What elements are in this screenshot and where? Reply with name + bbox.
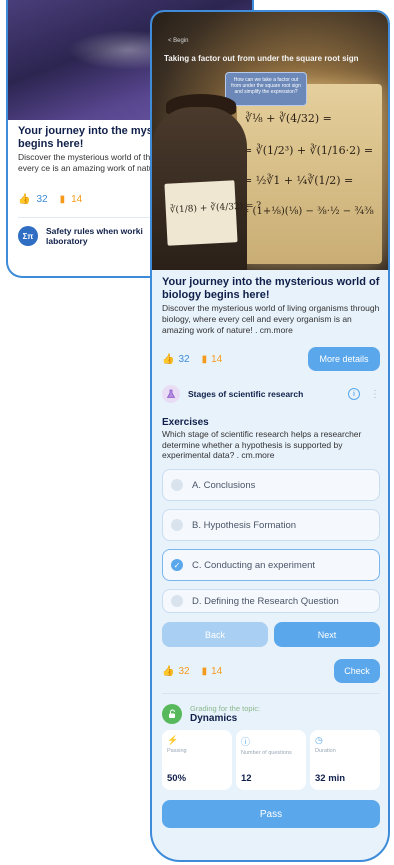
- post-stats: 👍 32 ▮ 14 More details: [162, 347, 380, 372]
- answer-option-a[interactable]: A. Conclusions: [162, 469, 380, 502]
- screen: Your journey into the myste biology begi…: [0, 0, 394, 865]
- card-label: Duration: [315, 748, 336, 755]
- speech-bubble: How can we take a factor out from under …: [225, 72, 307, 106]
- lesson-video[interactable]: < Begin Taking a factor out from under t…: [152, 12, 388, 270]
- post-title: Your journey into the mysterious world o…: [162, 276, 380, 301]
- check-icon[interactable]: ✓: [171, 559, 183, 572]
- likes-count: 32: [178, 353, 190, 365]
- card-label: Number of questions: [241, 750, 292, 757]
- option-label: D. Defining the Research Question: [192, 595, 339, 607]
- exercise-heading: Exercises: [162, 417, 209, 429]
- more-details-button[interactable]: More details: [308, 347, 380, 372]
- answer-option-d[interactable]: D. Defining the Research Question: [162, 589, 380, 614]
- card-value: 50%: [167, 773, 187, 785]
- video-title: Taking a factor out from under the squar…: [164, 54, 359, 63]
- grading-topic: Dynamics: [190, 713, 238, 725]
- likes-count: 32: [36, 194, 48, 206]
- thumbs-up-icon: 👍: [162, 353, 175, 365]
- lesson-body: Your journey into the mysterious world o…: [152, 270, 388, 829]
- lesson-card: < Begin Taking a factor out from under t…: [150, 10, 390, 862]
- card-value: 32 min: [315, 773, 346, 785]
- topic-name: Stages of scientific research: [188, 389, 304, 400]
- grading-stats: ⚡ Passing 50% ⓘ Number of questions 12 ◷…: [162, 730, 380, 791]
- equation-line: ∛⅛ + ∛(4/32) =: [245, 112, 332, 125]
- likes-count: 32: [178, 665, 190, 677]
- more-menu-icon[interactable]: ⋮: [370, 389, 380, 400]
- calculator-icon: Σπ: [18, 226, 38, 247]
- grading-header: Grading for the topic: Dynamics: [162, 704, 380, 725]
- bookmarks-count: 14: [211, 353, 223, 365]
- back-link[interactable]: < Begin: [168, 38, 189, 44]
- divider: [162, 693, 380, 695]
- next-lesson-label: Safety rules when worki laboratory: [46, 226, 143, 247]
- topic-header: Stages of scientific research i ⋮: [162, 385, 380, 404]
- likes[interactable]: 👍 32: [162, 666, 190, 677]
- exercise-nav: Back Next: [162, 622, 380, 648]
- check-button[interactable]: Check: [334, 659, 380, 684]
- bookmarks[interactable]: ▮ 14: [202, 354, 223, 365]
- lock-open-icon: [162, 704, 182, 725]
- bookmark-icon[interactable]: ▮: [60, 194, 66, 205]
- info-icon[interactable]: i: [348, 388, 360, 401]
- card-value: 12: [241, 773, 252, 785]
- chalkboard: ∛⅛ + ∛(4/32) = = ∛(1/2³) + ∛(1/16·2) = =…: [237, 84, 382, 264]
- likes[interactable]: 👍 32: [162, 354, 190, 365]
- radio-button[interactable]: [171, 595, 183, 608]
- bookmarks[interactable]: ▮ 14: [202, 666, 223, 677]
- answer-option-c[interactable]: ✓ C. Conducting an experiment: [162, 549, 380, 582]
- trend-icon: ⚡: [167, 735, 179, 746]
- next-button[interactable]: Next: [274, 622, 380, 648]
- answer-option-b[interactable]: B. Hypothesis Formation: [162, 509, 380, 542]
- passing-card: ⚡ Passing 50%: [162, 730, 232, 791]
- exercise-question: Which stage of scientific research helps…: [162, 429, 362, 461]
- radio-button[interactable]: [171, 519, 183, 532]
- option-label: C. Conducting an experiment: [192, 559, 316, 571]
- card-label: Passing: [167, 748, 187, 755]
- clock-icon: ◷: [315, 735, 323, 746]
- flask-icon: [162, 385, 180, 404]
- question-icon: ⓘ: [241, 737, 251, 748]
- bookmark-icon: ▮: [201, 665, 208, 677]
- post-description: Discover the mysterious world of living …: [162, 303, 380, 335]
- thumbs-up-icon: 👍: [162, 665, 175, 677]
- bookmark-icon: ▮: [201, 353, 208, 365]
- pass-button[interactable]: Pass: [162, 800, 380, 829]
- bookmarks-count: 14: [211, 665, 223, 677]
- thumbs-up-icon[interactable]: 👍: [18, 194, 30, 205]
- grading-subtitle: Grading for the topic:: [190, 704, 261, 714]
- questions-card: ⓘ Number of questions 12: [236, 730, 306, 791]
- exercise-stats: 👍 32 ▮ 14 Check: [162, 659, 380, 684]
- option-label: A. Conclusions: [192, 479, 256, 491]
- radio-button[interactable]: [171, 479, 183, 492]
- duration-card: ◷ Duration 32 min: [310, 730, 380, 791]
- equation-line: = ∛(1/2³) + ∛(1/16·2) =: [243, 144, 374, 157]
- equation-line: = ½∛1 + ¼∛(1/2) =: [243, 174, 354, 187]
- paper-sheet: ∛(1/8) + ∛(4/32) = ?: [164, 180, 262, 246]
- option-label: B. Hypothesis Formation: [192, 519, 297, 531]
- back-button[interactable]: Back: [162, 622, 268, 648]
- bookmarks-count: 14: [71, 194, 83, 206]
